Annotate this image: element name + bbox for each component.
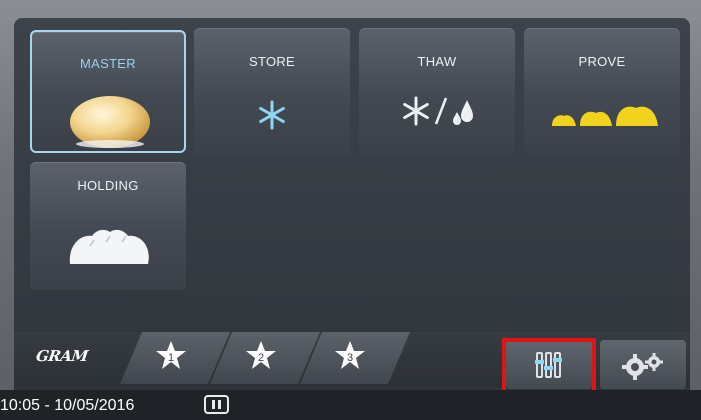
svg-text:1: 1 [168, 352, 174, 364]
star-icon: 1 [156, 341, 186, 369]
bread-loaf-icon [69, 229, 149, 264]
tile-prove-label: PROVE [578, 54, 626, 69]
tile-prove[interactable]: PROVE [524, 28, 680, 156]
bread-roll-icon [70, 96, 150, 148]
slash-divider-icon [434, 97, 448, 125]
tile-master[interactable]: MASTER [30, 30, 186, 153]
svg-text:2: 2 [258, 352, 264, 364]
tile-store-label: STORE [248, 54, 296, 69]
snowflake-icon [403, 96, 429, 126]
gears-icon [622, 353, 663, 380]
bread-loaves-icon [552, 106, 658, 126]
tile-holding[interactable]: HOLDING [30, 162, 186, 290]
water-drops-icon [453, 100, 473, 125]
star-icon: 3 [335, 341, 365, 369]
gram-logo: GRAM [34, 347, 89, 365]
tile-holding-label: HOLDING [77, 178, 139, 193]
pause-button[interactable] [204, 395, 229, 414]
tile-master-label: MASTER [80, 56, 136, 71]
star-icon: 2 [246, 341, 276, 369]
tile-thaw-label: THAW [417, 54, 457, 69]
pause-icon [212, 400, 215, 409]
datetime-label: 10:05 - 10/05/2016 [0, 397, 135, 414]
svg-text:3: 3 [347, 352, 353, 364]
tile-thaw[interactable]: THAW [359, 28, 515, 156]
snowflake-icon [259, 100, 285, 130]
settings-gears-button[interactable] [600, 340, 686, 389]
tile-store[interactable]: STORE [194, 28, 350, 156]
